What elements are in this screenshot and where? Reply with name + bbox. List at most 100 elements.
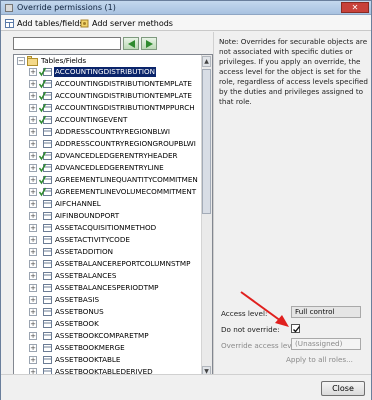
tree-item[interactable]: + ASSETBALANCEREPORTCOLUMNSTMP (14, 259, 202, 269)
tree-item[interactable]: + ADVANCEDLEDGERENTRYLINE (14, 163, 202, 173)
scroll-up-icon[interactable]: ▲ (202, 56, 211, 67)
left-panel: − Tables/Fields + ACCOUNTINGDISTRIBUTION +… (5, 33, 213, 383)
tree-item-label: ASSETBOOK (55, 319, 99, 328)
tree-item[interactable]: + ACCOUNTINGDISTRIBUTIONTEMPLATE (14, 79, 202, 89)
table-checked-icon (38, 115, 52, 125)
expand-icon[interactable]: + (29, 332, 37, 340)
tree-item[interactable]: + ACCOUNTINGEVENT (14, 115, 202, 125)
tree-item[interactable]: + ACCOUNTINGDISTRIBUTIONTEMPLATE (14, 91, 202, 101)
tree-item[interactable]: + ASSETBASIS (14, 295, 202, 305)
close-button[interactable]: Close (321, 381, 365, 396)
table-icon (39, 211, 52, 221)
tree-item[interactable]: + ACCOUNTINGDISTRIBUTIONTMPPURCH (14, 103, 202, 113)
expand-icon[interactable]: + (29, 104, 37, 112)
apply-to-all-roles-button[interactable]: Apply to all roles... (286, 355, 353, 364)
table-checked-icon (38, 103, 52, 113)
toolbar: Add tables/fields Add server methods (1, 15, 371, 31)
tree-item[interactable]: + ASSETBALANCES (14, 271, 202, 281)
table-checked-icon (38, 175, 52, 185)
expand-icon[interactable]: + (29, 236, 37, 244)
tree-item[interactable]: + ASSETBOOKMERGE (14, 343, 202, 353)
panel-divider[interactable] (213, 32, 214, 383)
next-button[interactable] (141, 37, 157, 50)
expand-icon[interactable]: + (29, 260, 37, 268)
expand-icon[interactable]: + (29, 176, 37, 184)
scroll-thumb[interactable] (202, 69, 211, 214)
tree-item[interactable]: + ASSETBOOK (14, 319, 202, 329)
tree-item-label: ACCOUNTINGDISTRIBUTIONTEMPLATE (55, 79, 192, 88)
tree-item[interactable]: + ADVANCEDLEDGERENTRYHEADER (14, 151, 202, 161)
search-input[interactable] (13, 37, 121, 50)
tree-root-label: Tables/Fields (41, 56, 87, 65)
tree-item-label: ASSETACTIVITYCODE (55, 235, 130, 244)
expand-icon[interactable]: + (29, 116, 37, 124)
folder-icon (27, 56, 39, 66)
tables-fields-tree[interactable]: − Tables/Fields + ACCOUNTINGDISTRIBUTION +… (13, 54, 213, 379)
table-icon (39, 343, 52, 353)
collapse-icon[interactable]: − (17, 57, 25, 65)
window-title: Override permissions (1) (17, 3, 116, 12)
arrow-right-icon (146, 40, 153, 48)
tree-item[interactable]: + ACCOUNTINGDISTRIBUTION (14, 67, 202, 77)
table-icon (39, 139, 52, 149)
expand-icon[interactable]: + (29, 164, 37, 172)
expand-icon[interactable]: + (29, 200, 37, 208)
expand-icon[interactable]: + (29, 152, 37, 160)
tree-item[interactable]: + AGREEMENTLINEVOLUMECOMMITMENT (14, 187, 202, 197)
tree-item[interactable]: + ADDRESSCOUNTRYREGIONBLWI (14, 127, 202, 137)
tree-item[interactable]: + AIFINBOUNDPORT (14, 211, 202, 221)
add-tables-fields-button[interactable]: Add tables/fields (5, 17, 84, 29)
tree-item[interactable]: + ASSETBONUS (14, 307, 202, 317)
expand-icon[interactable]: + (29, 92, 37, 100)
tree-item-label: ADVANCEDLEDGERENTRYLINE (55, 163, 164, 172)
expand-icon[interactable]: + (29, 296, 37, 304)
tree-item-label: ACCOUNTINGDISTRIBUTION (54, 67, 157, 77)
expand-icon[interactable]: + (29, 344, 37, 352)
previous-button[interactable] (123, 37, 139, 50)
tree-item-label: ASSETACQUISITIONMETHOD (55, 223, 157, 232)
tree-item[interactable]: + ASSETADDITION (14, 247, 202, 257)
expand-icon[interactable]: + (29, 80, 37, 88)
expand-icon[interactable]: + (29, 308, 37, 316)
table-icon (39, 223, 52, 233)
expand-icon[interactable]: + (29, 248, 37, 256)
tree-item[interactable]: + AGREEMENTLINEQUANTITYCOMMITMEN (14, 175, 202, 185)
expand-icon[interactable]: + (29, 272, 37, 280)
add-server-methods-button[interactable]: Add server methods (80, 17, 173, 29)
expand-icon[interactable]: + (29, 68, 37, 76)
add-tables-fields-label: Add tables/fields (17, 18, 84, 28)
tree-item[interactable]: + ASSETBOOKTABLE (14, 355, 202, 365)
table-checked-icon (38, 187, 52, 197)
expand-icon[interactable]: + (29, 284, 37, 292)
tree-item-label: ASSETBALANCES (55, 271, 117, 280)
tree-item-label: ASSETBALANCEREPORTCOLUMNSTMP (55, 259, 191, 268)
tree-scrollbar[interactable]: ▲ ▼ (201, 55, 212, 378)
table-icon (39, 247, 52, 257)
tree-item-label: ASSETBOOKCOMPARETMP (55, 331, 149, 340)
expand-icon[interactable]: + (29, 212, 37, 220)
tree-root[interactable]: − Tables/Fields (14, 56, 202, 66)
override-access-level-select[interactable]: (Unassigned) (291, 338, 361, 350)
tree-item[interactable]: + ADDRESSCOUNTRYREGIONGROUPBLWI (14, 139, 202, 149)
table-checked-icon (38, 163, 52, 173)
expand-icon[interactable]: + (29, 320, 37, 328)
table-checked-icon (38, 79, 52, 89)
tree-item[interactable]: + AIFCHANNEL (14, 199, 202, 209)
arrow-left-icon (128, 40, 135, 48)
table-add-icon (5, 18, 14, 28)
table-checked-icon (38, 151, 52, 161)
expand-icon[interactable]: + (29, 140, 37, 148)
tree-item[interactable]: + ASSETBOOKCOMPARETMP (14, 331, 202, 341)
tree-item-label: ADVANCEDLEDGERENTRYHEADER (55, 151, 178, 160)
tree-item[interactable]: + ASSETACQUISITIONMETHOD (14, 223, 202, 233)
table-icon (39, 319, 52, 329)
override-access-level-label: Override access level: (221, 341, 301, 350)
expand-icon[interactable]: + (29, 128, 37, 136)
tree-item[interactable]: + ASSETBALANCESPERIODTMP (14, 283, 202, 293)
tree-item[interactable]: + ASSETACTIVITYCODE (14, 235, 202, 245)
expand-icon[interactable]: + (29, 224, 37, 232)
window-close-button[interactable]: ✕ (341, 2, 369, 13)
tree-item-label: ASSETBONUS (55, 307, 104, 316)
expand-icon[interactable]: + (29, 356, 37, 364)
expand-icon[interactable]: + (29, 188, 37, 196)
